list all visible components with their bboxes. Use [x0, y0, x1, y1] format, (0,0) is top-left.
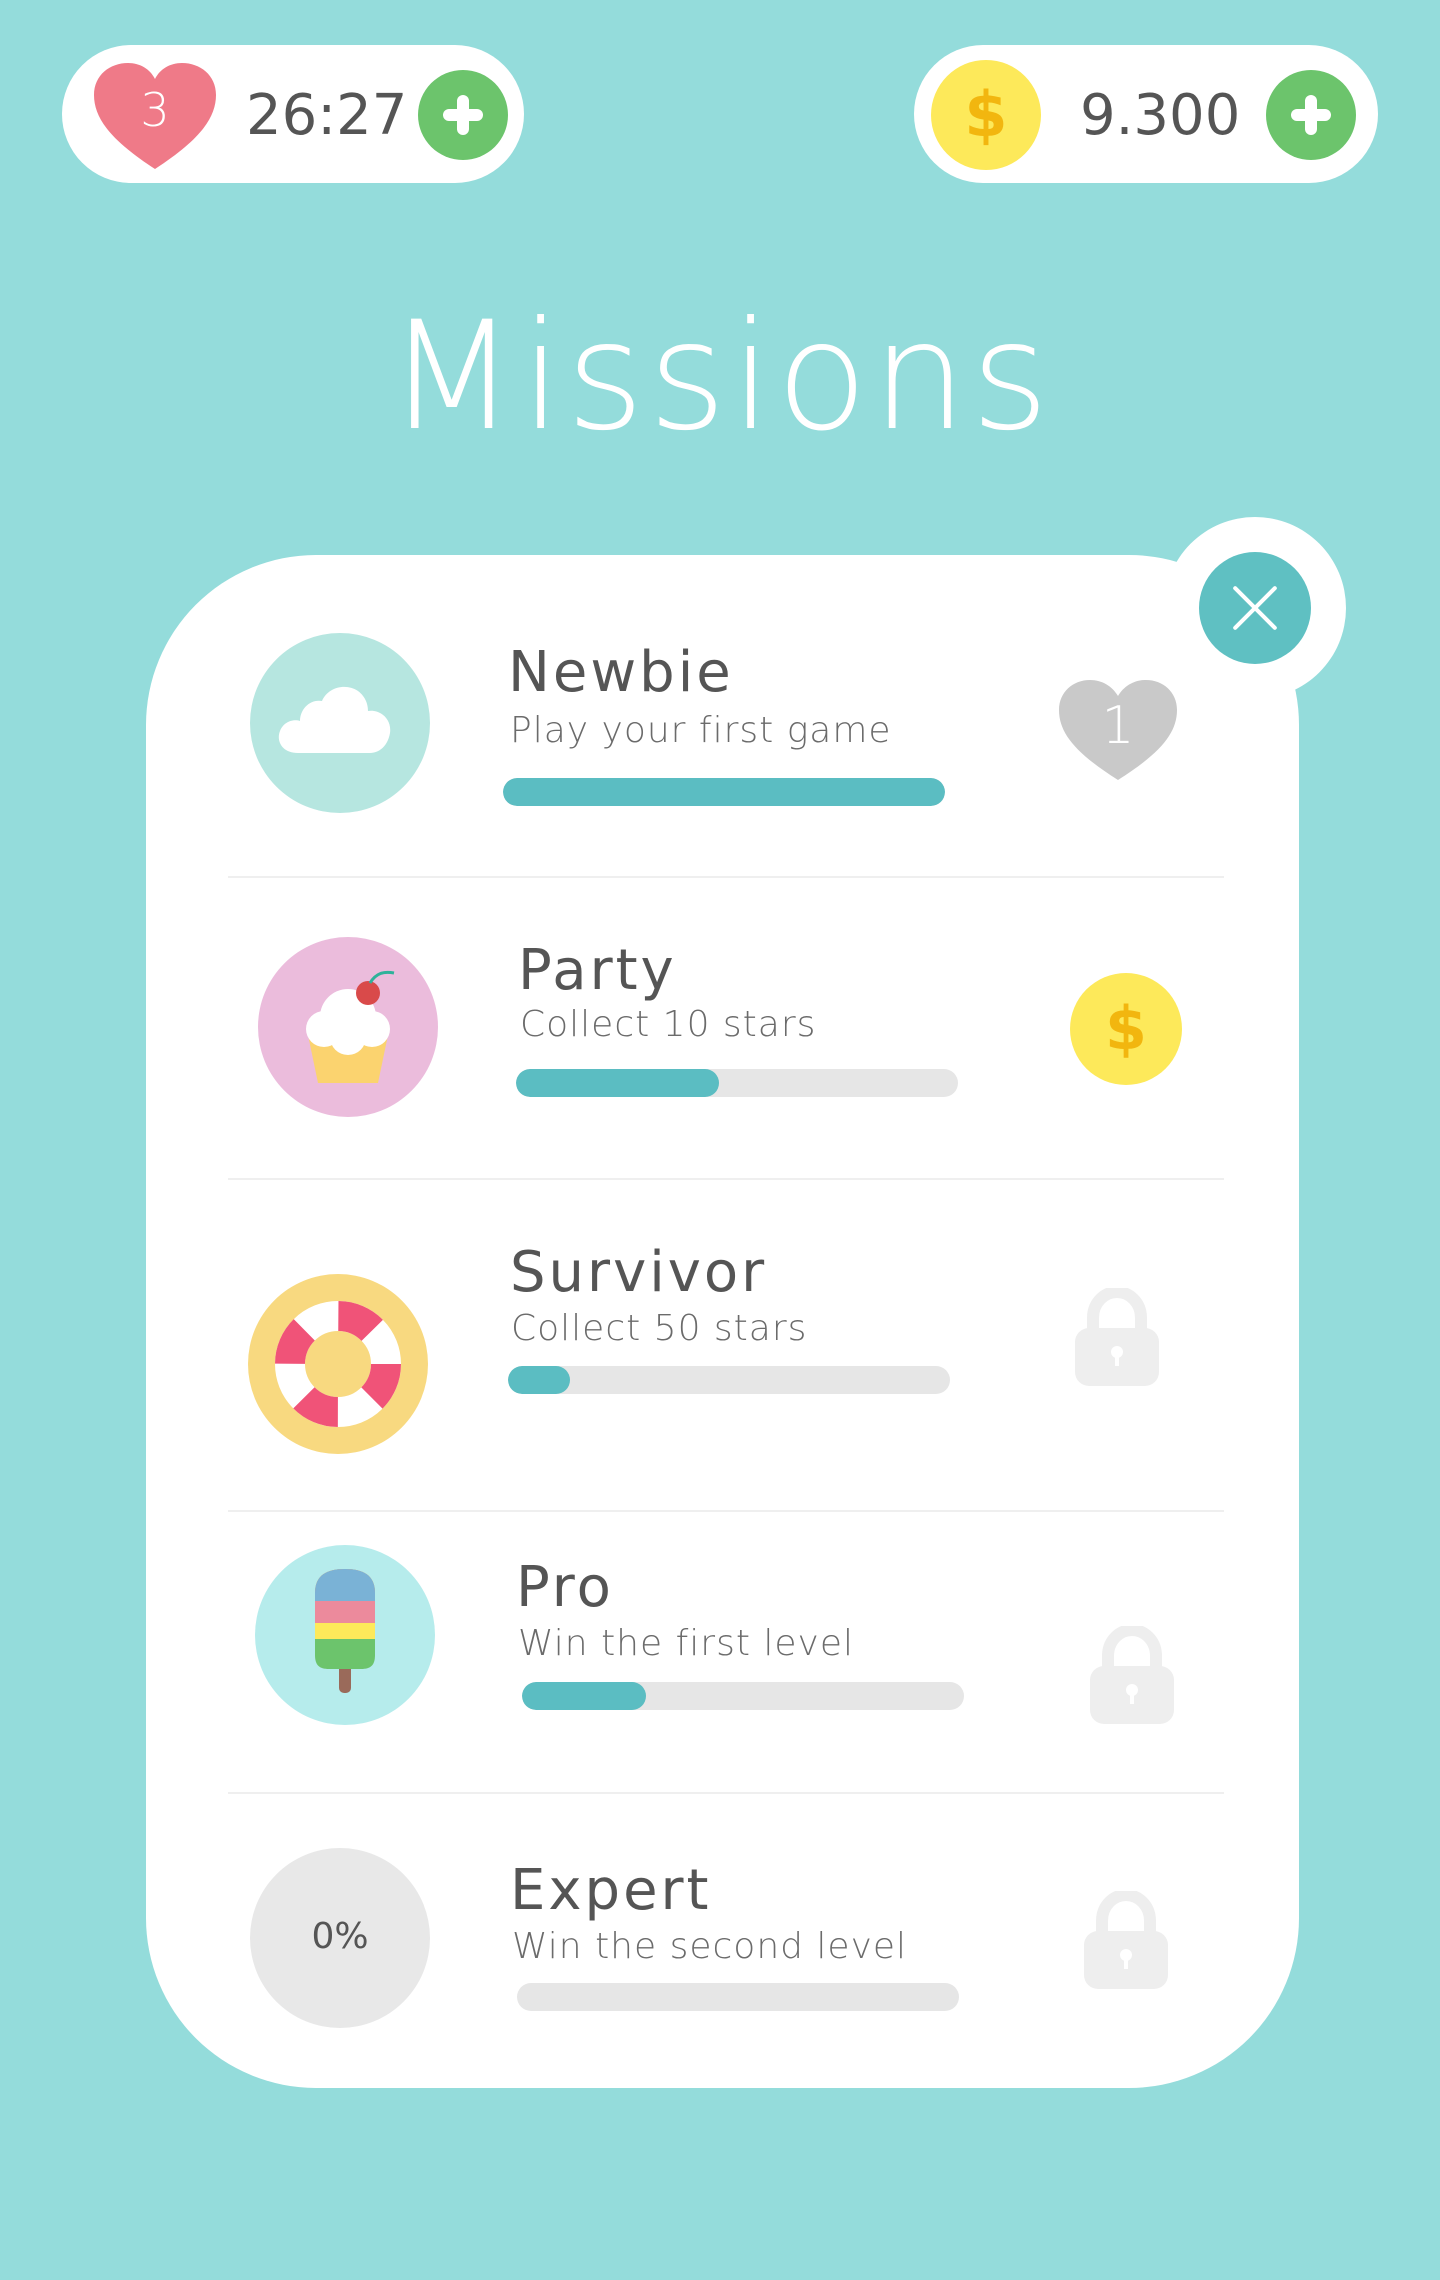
progress-bar: [517, 1983, 959, 2011]
cloud-icon: [250, 633, 430, 813]
lives-count: 3: [140, 83, 170, 137]
lives-timer: 26:27: [246, 83, 408, 148]
heart-icon: 3: [92, 61, 218, 173]
progress-percent-badge: 0%: [250, 1848, 430, 2028]
mission-subtitle: Win the first level: [518, 1623, 854, 1664]
lifebuoy-icon: [248, 1274, 428, 1454]
mission-subtitle: Play your first game: [510, 710, 892, 751]
divider: [228, 1792, 1224, 1794]
progress-fill: [508, 1366, 570, 1394]
coin-amount: 9.300: [1080, 83, 1241, 148]
close-button[interactable]: [1199, 552, 1311, 664]
mission-subtitle: Collect 50 stars: [511, 1308, 808, 1349]
progress-bar: [503, 778, 945, 806]
coin-reward-icon: $: [1070, 973, 1182, 1085]
divider: [228, 1510, 1224, 1512]
mission-subtitle: Win the second level: [512, 1926, 908, 1967]
reward-value: 1: [1101, 696, 1135, 756]
cupcake-icon: [258, 937, 438, 1117]
mission-title: Pro: [516, 1555, 614, 1620]
lock-icon: [1082, 1888, 1170, 1991]
mission-title: Expert: [510, 1858, 712, 1923]
heart-reward-icon: 1: [1055, 678, 1181, 782]
mission-subtitle: Collect 10 stars: [520, 1004, 817, 1045]
progress-bar: [516, 1069, 958, 1097]
progress-fill: [503, 778, 945, 806]
progress-bar: [508, 1366, 950, 1394]
lives-panel: 3 26:27: [62, 45, 524, 183]
add-coins-button[interactable]: [1266, 70, 1356, 160]
lock-icon: [1073, 1285, 1161, 1388]
mission-title: Survivor: [510, 1240, 768, 1305]
mission-title: Party: [518, 938, 677, 1003]
divider: [228, 1178, 1224, 1180]
progress-bar: [522, 1682, 964, 1710]
progress-fill: [522, 1682, 646, 1710]
lock-icon: [1088, 1623, 1176, 1726]
popsicle-icon: [255, 1545, 435, 1725]
coin-icon: $: [931, 60, 1041, 170]
divider: [228, 876, 1224, 878]
page-title: Missions: [386, 290, 1054, 464]
add-lives-button[interactable]: [418, 70, 508, 160]
mission-title: Newbie: [508, 640, 734, 705]
progress-fill: [516, 1069, 720, 1097]
progress-percent: 0%: [311, 1916, 369, 1957]
currency-panel: $ 9.300: [914, 45, 1378, 183]
